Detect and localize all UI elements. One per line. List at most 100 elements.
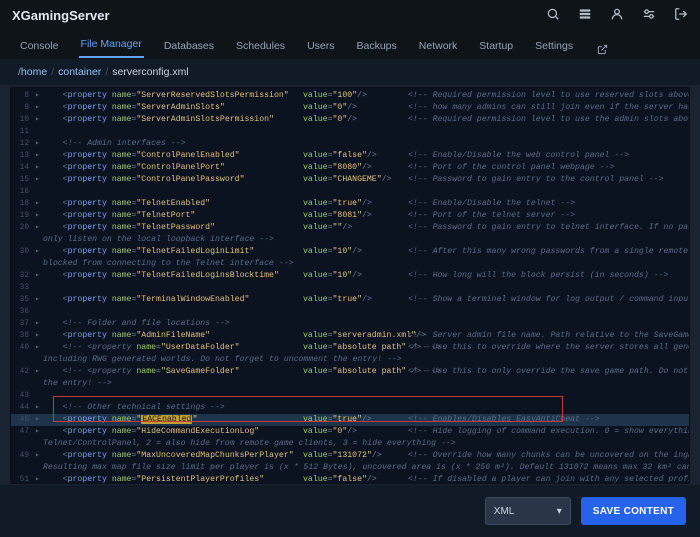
breadcrumb-sep: / [51,66,54,78]
tab-backups[interactable]: Backups [354,34,398,58]
fold-icon[interactable]: ▸ [35,198,43,210]
breadcrumb-leaf: serverconfig.xml [112,66,188,78]
fold-icon[interactable]: ▸ [35,210,43,222]
tab-databases[interactable]: Databases [162,34,216,58]
line-number: 37 [13,318,35,330]
code-line[interactable]: 20▸ <property name="TelnetPassword"value… [11,222,689,234]
tab-settings[interactable]: Settings [533,34,575,58]
line-number: 43 [13,390,35,402]
fold-icon[interactable]: ▸ [35,162,43,174]
code-line[interactable]: the entry! --> [11,378,689,390]
fold-icon[interactable]: ▸ [35,294,43,306]
code-line[interactable]: 11 [11,126,689,138]
fold-icon[interactable]: ▸ [35,114,43,126]
line-number: 20 [13,222,35,234]
code-line[interactable]: 38▸ <property name="AdminFileName"value=… [11,330,689,342]
line-number: 10 [13,114,35,126]
line-number: 35 [13,294,35,306]
top-bar: XGamingServer [0,0,700,30]
admin-icon[interactable] [642,7,656,24]
code-line[interactable]: 32▸ <property name="TelnetFailedLoginsBl… [11,270,689,282]
fold-icon[interactable]: ▸ [35,426,43,438]
fold-icon[interactable]: ▸ [35,414,43,426]
code-line[interactable]: 43 [11,390,689,402]
servers-icon[interactable] [578,7,592,24]
fold-icon[interactable]: ▸ [35,222,43,234]
code-line[interactable]: 51▸ <property name="PersistentPlayerProf… [11,474,689,483]
code-line[interactable]: 10▸ <property name="ServerAdminSlotsPerm… [11,114,689,126]
line-number: 13 [13,150,35,162]
line-number: 12 [13,138,35,150]
code-line[interactable]: blocked from connecting to the Telnet in… [11,258,689,270]
code-line[interactable]: Resulting max map file size limit per pl… [11,462,689,474]
save-content-button[interactable]: SAVE CONTENT [581,497,686,525]
code-line[interactable]: 47▸ <property name="HideCommandExecution… [11,426,689,438]
code-line[interactable]: 19▸ <property name="TelnetPort"value="80… [11,210,689,222]
line-number: 38 [13,330,35,342]
code-line[interactable]: 14▸ <property name="ControlPanelPort"val… [11,162,689,174]
line-number: 33 [13,282,35,294]
tab-startup[interactable]: Startup [477,34,515,58]
code-line[interactable]: including RWG generated worlds. Do not f… [11,354,689,366]
code-line[interactable]: 37▸ <!-- Folder and file locations --> [11,318,689,330]
line-number: 49 [13,450,35,462]
line-number: 32 [13,270,35,282]
code-line[interactable]: 18▸ <property name="TelnetEnabled"value=… [11,198,689,210]
fold-icon[interactable]: ▸ [35,342,43,354]
code-line[interactable]: 49▸ <property name="MaxUncoveredMapChunk… [11,450,689,462]
code-line[interactable]: 9▸ <property name="ServerAdminSlots"valu… [11,102,689,114]
code-line[interactable]: only listen on the local loopback interf… [11,234,689,246]
account-icon[interactable] [610,7,624,24]
code-line[interactable]: 44▸ <!-- Other technical settings --> [11,402,689,414]
tab-console[interactable]: Console [18,34,61,58]
logout-icon[interactable] [674,7,688,24]
code-line[interactable]: 16 [11,186,689,198]
line-number: 51 [13,474,35,483]
code-line[interactable]: 8▸ <property name="ServerReservedSlotsPe… [11,90,689,102]
line-number: 14 [13,162,35,174]
fold-icon[interactable]: ▸ [35,330,43,342]
code-line[interactable]: 15▸ <property name="ControlPanelPassword… [11,174,689,186]
external-icon[interactable] [597,44,608,58]
line-number: 36 [13,306,35,318]
tab-file-manager[interactable]: File Manager [79,32,144,58]
fold-icon[interactable]: ▸ [35,138,43,150]
fold-icon[interactable]: ▸ [35,474,43,483]
code-line[interactable]: 35▸ <property name="TerminalWindowEnable… [11,294,689,306]
code-line[interactable]: 42▸ <!-- <property name="SaveGameFolder"… [11,366,689,378]
fold-icon[interactable]: ▸ [35,270,43,282]
code-line[interactable]: 30▸ <property name="TelnetFailedLoginLim… [11,246,689,258]
code-line[interactable]: 33 [11,282,689,294]
fold-icon[interactable]: ▸ [35,174,43,186]
fold-icon[interactable]: ▸ [35,246,43,258]
code-line[interactable]: Telnet/ControlPanel, 2 = also hide from … [11,438,689,450]
tab-network[interactable]: Network [417,34,460,58]
fold-icon[interactable]: ▸ [35,366,43,378]
editor-footer: XML ▾ SAVE CONTENT [0,485,700,537]
line-number: 47 [13,426,35,438]
code-line[interactable]: 36 [11,306,689,318]
breadcrumb-container[interactable]: container [58,66,101,78]
fold-icon[interactable]: ▸ [35,318,43,330]
code-line[interactable]: 12▸ <!-- Admin interfaces --> [11,138,689,150]
line-number: 40 [13,342,35,354]
line-number: 18 [13,198,35,210]
fold-icon[interactable]: ▸ [35,150,43,162]
line-number: 9 [13,102,35,114]
fold-icon[interactable]: ▸ [35,450,43,462]
line-number: 8 [13,90,35,102]
breadcrumb-home[interactable]: home [21,66,47,78]
fold-icon[interactable]: ▸ [35,402,43,414]
line-number: 45 [13,414,35,426]
fold-icon[interactable]: ▸ [35,90,43,102]
tab-schedules[interactable]: Schedules [234,34,287,58]
tab-users[interactable]: Users [305,34,336,58]
fold-icon[interactable]: ▸ [35,102,43,114]
code-line[interactable]: 45▸ <property name="EACEnabled"value="tr… [11,414,689,426]
line-number: 16 [13,186,35,198]
code-line[interactable]: 40▸ <!-- <property name="UserDataFolder"… [11,342,689,354]
code-editor[interactable]: 8▸ <property name="ServerReservedSlotsPe… [10,87,690,484]
code-line[interactable]: 13▸ <property name="ControlPanelEnabled"… [11,150,689,162]
language-select[interactable]: XML ▾ [485,497,571,525]
search-icon[interactable] [546,7,560,24]
